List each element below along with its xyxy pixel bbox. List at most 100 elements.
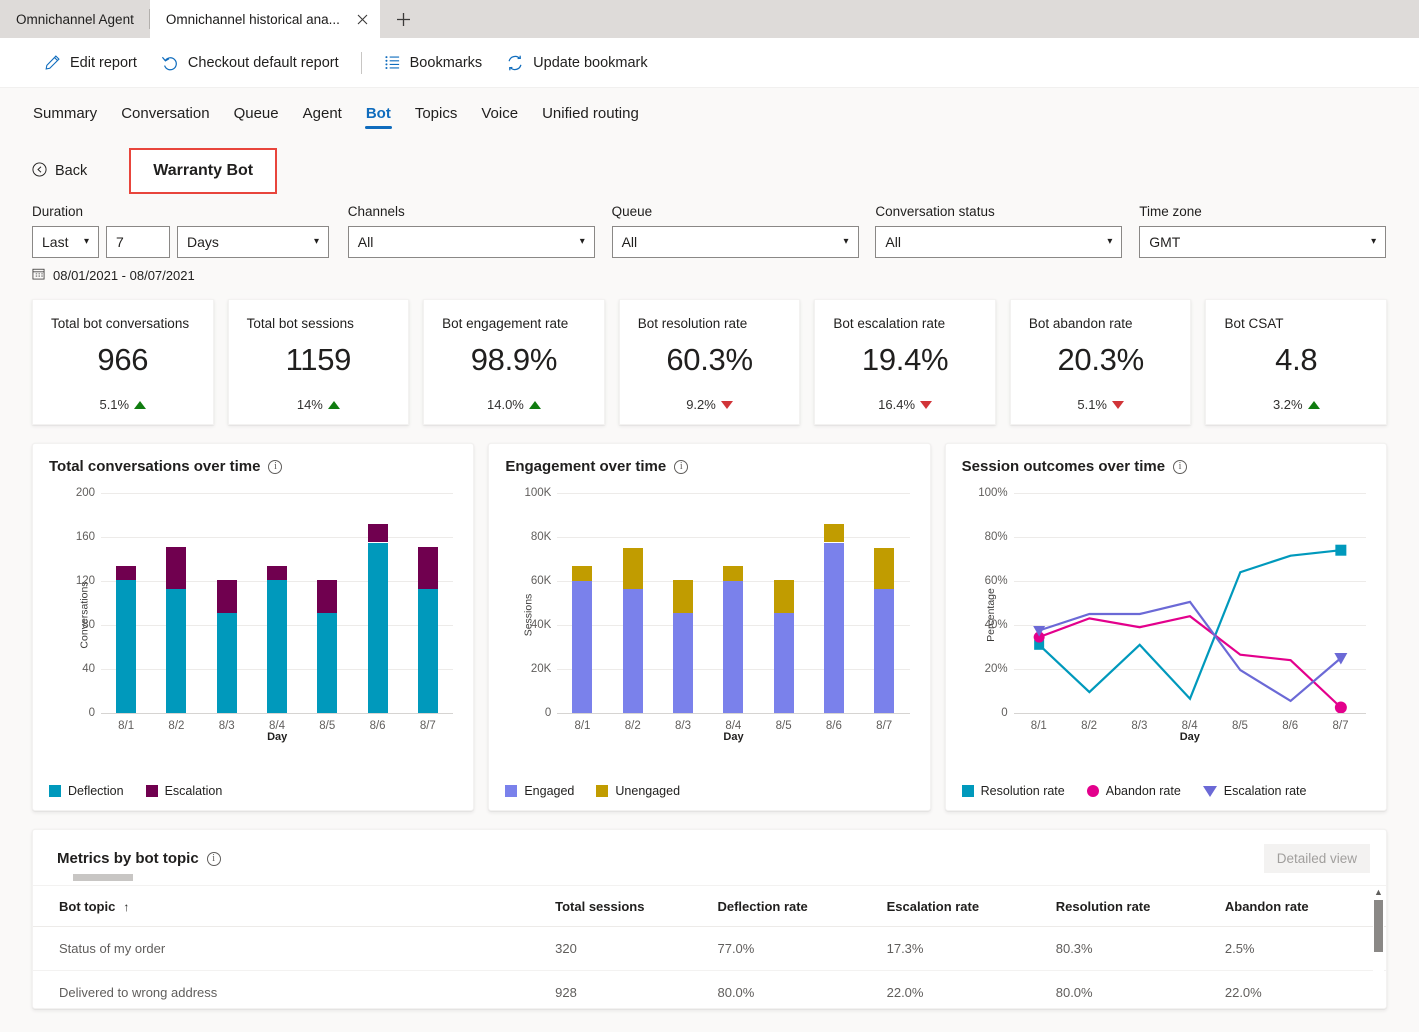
bar-segment[interactable]	[216, 579, 237, 613]
legend-item-engaged[interactable]: Engaged	[505, 784, 574, 798]
bar-segment[interactable]	[673, 612, 694, 713]
duration-relative-select[interactable]: Last ▾	[32, 226, 99, 258]
bar-segment[interactable]	[317, 612, 338, 713]
bar-segment[interactable]	[267, 579, 287, 713]
bar-segment[interactable]	[823, 542, 844, 713]
info-icon[interactable]: i	[268, 459, 283, 474]
bar-segment[interactable]	[116, 565, 137, 580]
column-header-bot-topic[interactable]: Bot topic ↑	[33, 886, 548, 927]
tab-conversation[interactable]: Conversation	[120, 93, 210, 132]
bar-column[interactable]	[166, 493, 187, 713]
bar-column[interactable]	[317, 493, 338, 713]
bar-segment[interactable]	[723, 565, 744, 581]
column-header-resolution-rate[interactable]: Resolution rate	[1047, 886, 1217, 927]
info-icon[interactable]: i	[674, 459, 689, 474]
new-tab-button[interactable]	[386, 4, 422, 34]
browser-tab-historical-analytics[interactable]: Omnichannel historical ana...	[149, 0, 380, 38]
tab-bot[interactable]: Bot	[364, 93, 392, 132]
bookmarks-button[interactable]: Bookmarks	[372, 48, 495, 77]
bar-segment[interactable]	[572, 565, 593, 581]
bar-segment[interactable]	[116, 579, 137, 713]
tab-agent[interactable]: Agent	[302, 93, 343, 132]
time-zone-select[interactable]: GMT ▾	[1139, 226, 1387, 258]
back-button[interactable]: Back	[32, 161, 87, 181]
table-vertical-scrollbar[interactable]: ▲	[1373, 886, 1384, 1008]
bar-segment[interactable]	[166, 588, 187, 713]
bar-segment[interactable]	[572, 581, 593, 713]
edit-report-button[interactable]: Edit report	[32, 48, 149, 77]
kpi-card-bot-resolution-rate[interactable]: Bot resolution rate 60.3% 9.2%	[618, 299, 801, 425]
bar-segment[interactable]	[622, 548, 643, 589]
column-header-abandon-rate[interactable]: Abandon rate	[1216, 886, 1386, 927]
bar-segment[interactable]	[823, 523, 844, 543]
bar-segment[interactable]	[622, 588, 643, 713]
kpi-card-total-bot-conversations[interactable]: Total bot conversations 966 5.1%	[32, 299, 214, 425]
tab-topics[interactable]: Topics	[414, 93, 459, 132]
bar-segment[interactable]	[874, 548, 895, 589]
bar-segment[interactable]	[367, 523, 388, 543]
bar-column[interactable]	[367, 493, 388, 713]
info-icon[interactable]: i	[206, 851, 221, 866]
kpi-card-bot-escalation-rate[interactable]: Bot escalation rate 19.4% 16.4%	[814, 299, 996, 425]
legend-item-unengaged[interactable]: Unengaged	[596, 784, 680, 798]
kpi-card-bot-csat[interactable]: Bot CSAT 4.8 3.2%	[1205, 299, 1388, 425]
info-icon[interactable]: i	[1173, 459, 1188, 474]
tab-voice[interactable]: Voice	[480, 93, 519, 132]
bar-segment[interactable]	[267, 565, 287, 580]
bar-column[interactable]	[116, 493, 137, 713]
chevron-up-icon[interactable]: ▲	[1373, 886, 1384, 898]
bar-segment[interactable]	[317, 579, 338, 613]
bar-segment[interactable]	[417, 588, 438, 713]
data-point-marker[interactable]	[1335, 544, 1347, 556]
bar-segment[interactable]	[673, 579, 694, 613]
detailed-view-button[interactable]: Detailed view	[1263, 844, 1370, 873]
horizontal-scrollbar-thumb[interactable]	[73, 874, 133, 881]
update-bookmark-button[interactable]: Update bookmark	[494, 48, 659, 78]
queue-select[interactable]: All ▾	[611, 226, 859, 258]
legend-item-escalation-rate[interactable]: Escalation rate	[1202, 784, 1306, 798]
bar-column[interactable]	[572, 493, 593, 713]
tab-summary[interactable]: Summary	[32, 93, 98, 132]
bar-column[interactable]	[823, 493, 844, 713]
bar-column[interactable]	[673, 493, 694, 713]
legend-item-abandon-rate[interactable]: Abandon rate	[1086, 784, 1181, 798]
bar-segment[interactable]	[367, 542, 388, 713]
bar-segment[interactable]	[773, 612, 794, 713]
bar-segment[interactable]	[417, 546, 438, 589]
bar-segment[interactable]	[874, 588, 895, 713]
duration-unit-select[interactable]: Days ▾	[177, 226, 329, 258]
bar-column[interactable]	[267, 493, 287, 713]
bar-column[interactable]	[723, 493, 744, 713]
bar-column[interactable]	[622, 493, 643, 713]
bar-column[interactable]	[773, 493, 794, 713]
duration-amount-input[interactable]: 7	[106, 226, 170, 258]
channels-select[interactable]: All ▾	[347, 226, 595, 258]
scrollbar-thumb[interactable]	[1374, 900, 1383, 952]
legend-item-resolution-rate[interactable]: Resolution rate	[961, 784, 1065, 798]
chart-legend: Resolution rate Abandon rate Escalation …	[961, 784, 1306, 798]
tab-queue[interactable]: Queue	[233, 93, 280, 132]
table-row[interactable]: Status of my order 320 77.0% 17.3% 80.3%…	[33, 926, 1386, 971]
bar-segment[interactable]	[216, 612, 237, 713]
column-header-total-sessions[interactable]: Total sessions	[547, 886, 710, 927]
bar-segment[interactable]	[723, 581, 744, 713]
legend-item-escalation[interactable]: Escalation	[145, 784, 222, 798]
browser-tab-omnichannel-agent[interactable]: Omnichannel Agent	[0, 0, 150, 38]
table-row[interactable]: Delivered to wrong address 928 80.0% 22.…	[33, 970, 1386, 1008]
bar-column[interactable]	[216, 493, 237, 713]
checkout-default-report-button[interactable]: Checkout default report	[149, 48, 351, 78]
legend-item-deflection[interactable]: Deflection	[49, 784, 124, 798]
column-header-deflection-rate[interactable]: Deflection rate	[709, 886, 879, 927]
bar-segment[interactable]	[166, 546, 187, 589]
data-point-marker[interactable]	[1334, 701, 1347, 714]
kpi-card-total-bot-sessions[interactable]: Total bot sessions 1159 14%	[227, 299, 410, 425]
kpi-card-bot-engagement-rate[interactable]: Bot engagement rate 98.9% 14.0%	[423, 299, 605, 425]
tab-unified-routing[interactable]: Unified routing	[541, 93, 640, 132]
close-icon[interactable]	[354, 10, 372, 28]
kpi-card-bot-abandon-rate[interactable]: Bot abandon rate 20.3% 5.1%	[1009, 299, 1192, 425]
bar-column[interactable]	[417, 493, 438, 713]
bar-column[interactable]	[874, 493, 895, 713]
column-header-escalation-rate[interactable]: Escalation rate	[878, 886, 1048, 927]
bar-segment[interactable]	[773, 579, 794, 613]
conversation-status-select[interactable]: All ▾	[875, 226, 1123, 258]
